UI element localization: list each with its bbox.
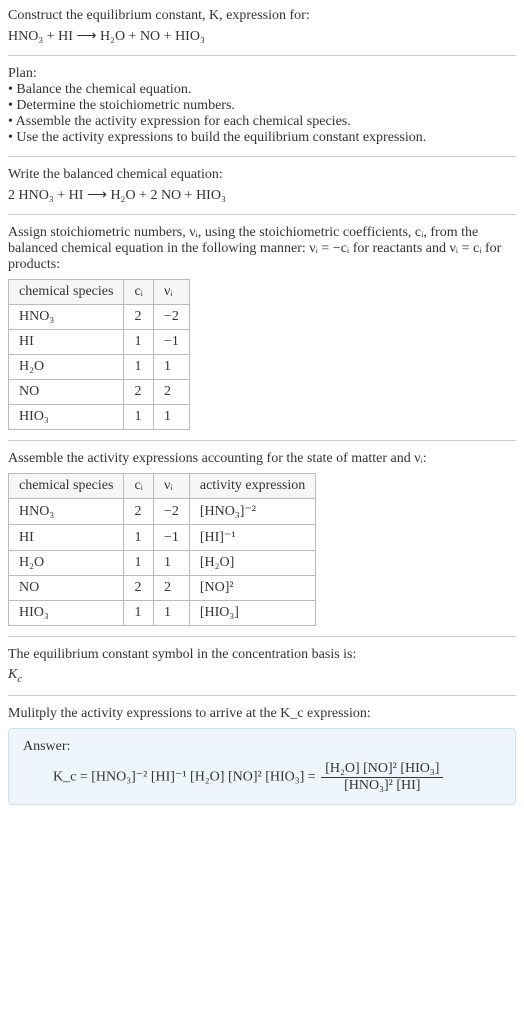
cell-vi: 1	[153, 551, 189, 576]
col-species: chemical species	[9, 280, 124, 305]
cell-species: HI	[9, 330, 124, 355]
cell-vi: 1	[153, 405, 189, 430]
table-row: H₂O 1 1	[9, 355, 190, 380]
kc-denominator: [HNO₃]² [HI]	[321, 778, 443, 794]
final-section: Mulitply the activity expressions to arr…	[8, 696, 516, 815]
plan-bullet-1: • Balance the chemical equation.	[8, 82, 516, 98]
col-vi: νᵢ	[153, 280, 189, 305]
cell-species: HI	[9, 525, 124, 551]
cell-activity: [HIO₃]	[189, 601, 315, 626]
balanced-section: Write the balanced chemical equation: 2 …	[8, 157, 516, 215]
activity-heading: Assemble the activity expressions accoun…	[8, 451, 516, 467]
cell-vi: −1	[153, 525, 189, 551]
table-row: HIO₃ 1 1	[9, 405, 190, 430]
cell-ci: 1	[124, 601, 154, 626]
cell-ci: 1	[124, 525, 154, 551]
cell-vi: −2	[153, 499, 189, 525]
cell-ci: 2	[124, 576, 154, 601]
cell-vi: 1	[153, 355, 189, 380]
cell-species: HIO₃	[9, 601, 124, 626]
kc-symbol-section: The equilibrium constant symbol in the c…	[8, 637, 516, 696]
cell-ci: 1	[124, 330, 154, 355]
cell-ci: 1	[124, 551, 154, 576]
kc-lhs: K_c = [HNO₃]⁻² [HI]⁻¹ [H₂O] [NO]² [HIO₃]…	[53, 770, 319, 785]
kc-symbol: Kc	[8, 667, 516, 685]
cell-ci: 2	[124, 380, 154, 405]
cell-activity: [NO]²	[189, 576, 315, 601]
cell-ci: 2	[124, 499, 154, 525]
table-header-row: chemical species cᵢ νᵢ	[9, 280, 190, 305]
stoich-table: chemical species cᵢ νᵢ HNO₃ 2 −2 HI 1 −1…	[8, 279, 190, 430]
plan-section: Plan: • Balance the chemical equation. •…	[8, 56, 516, 157]
cell-species: NO	[9, 576, 124, 601]
table-row: H₂O 1 1 [H₂O]	[9, 551, 316, 576]
cell-species: HNO₃	[9, 305, 124, 330]
table-row: NO 2 2 [NO]²	[9, 576, 316, 601]
cell-species: HNO₃	[9, 499, 124, 525]
prompt-line1: Construct the equilibrium constant, K, e…	[8, 8, 310, 23]
table-row: HI 1 −1	[9, 330, 190, 355]
stoich-text: Assign stoichiometric numbers, νᵢ, using…	[8, 225, 516, 273]
cell-species: H₂O	[9, 355, 124, 380]
cell-vi: −2	[153, 305, 189, 330]
plan-bullet-3: • Assemble the activity expression for e…	[8, 114, 516, 130]
cell-species: NO	[9, 380, 124, 405]
unbalanced-equation: HNO₃ + HI ⟶ H₂O + NO + HIO₃	[8, 28, 516, 45]
answer-box: Answer: K_c = [HNO₃]⁻² [HI]⁻¹ [H₂O] [NO]…	[8, 728, 516, 805]
col-species: chemical species	[9, 474, 124, 499]
activity-section: Assemble the activity expressions accoun…	[8, 441, 516, 637]
plan-bullet-2: • Determine the stoichiometric numbers.	[8, 98, 516, 114]
cell-ci: 1	[124, 355, 154, 380]
plan-heading: Plan:	[8, 66, 516, 82]
col-vi: νᵢ	[153, 474, 189, 499]
balanced-equation: 2 HNO₃ + HI ⟶ H₂O + 2 NO + HIO₃	[8, 187, 516, 204]
cell-vi: −1	[153, 330, 189, 355]
prompt-text: Construct the equilibrium constant, K, e…	[8, 8, 516, 24]
kc-expression: K_c = [HNO₃]⁻² [HI]⁻¹ [H₂O] [NO]² [HIO₃]…	[23, 761, 501, 794]
plan-bullet-4: • Use the activity expressions to build …	[8, 130, 516, 146]
table-row: HNO₃ 2 −2	[9, 305, 190, 330]
cell-vi: 2	[153, 576, 189, 601]
kc-numerator: [H₂O] [NO]² [HIO₃]	[321, 761, 443, 778]
activity-table: chemical species cᵢ νᵢ activity expressi…	[8, 473, 316, 626]
final-heading: Mulitply the activity expressions to arr…	[8, 706, 516, 722]
col-ci: cᵢ	[124, 280, 154, 305]
cell-ci: 2	[124, 305, 154, 330]
table-header-row: chemical species cᵢ νᵢ activity expressi…	[9, 474, 316, 499]
table-row: HNO₃ 2 −2 [HNO₃]⁻²	[9, 499, 316, 525]
kc-symbol-text: The equilibrium constant symbol in the c…	[8, 647, 516, 663]
cell-activity: [HNO₃]⁻²	[189, 499, 315, 525]
col-ci: cᵢ	[124, 474, 154, 499]
cell-species: HIO₃	[9, 405, 124, 430]
cell-vi: 1	[153, 601, 189, 626]
cell-species: H₂O	[9, 551, 124, 576]
kc-fraction: [H₂O] [NO]² [HIO₃] [HNO₃]² [HI]	[321, 761, 443, 794]
cell-vi: 2	[153, 380, 189, 405]
stoich-section: Assign stoichiometric numbers, νᵢ, using…	[8, 215, 516, 441]
balanced-heading: Write the balanced chemical equation:	[8, 167, 516, 183]
table-row: HIO₃ 1 1 [HIO₃]	[9, 601, 316, 626]
intro-section: Construct the equilibrium constant, K, e…	[8, 8, 516, 56]
table-row: NO 2 2	[9, 380, 190, 405]
cell-activity: [HI]⁻¹	[189, 525, 315, 551]
cell-activity: [H₂O]	[189, 551, 315, 576]
cell-ci: 1	[124, 405, 154, 430]
col-activity: activity expression	[189, 474, 315, 499]
answer-label: Answer:	[23, 739, 501, 755]
table-row: HI 1 −1 [HI]⁻¹	[9, 525, 316, 551]
